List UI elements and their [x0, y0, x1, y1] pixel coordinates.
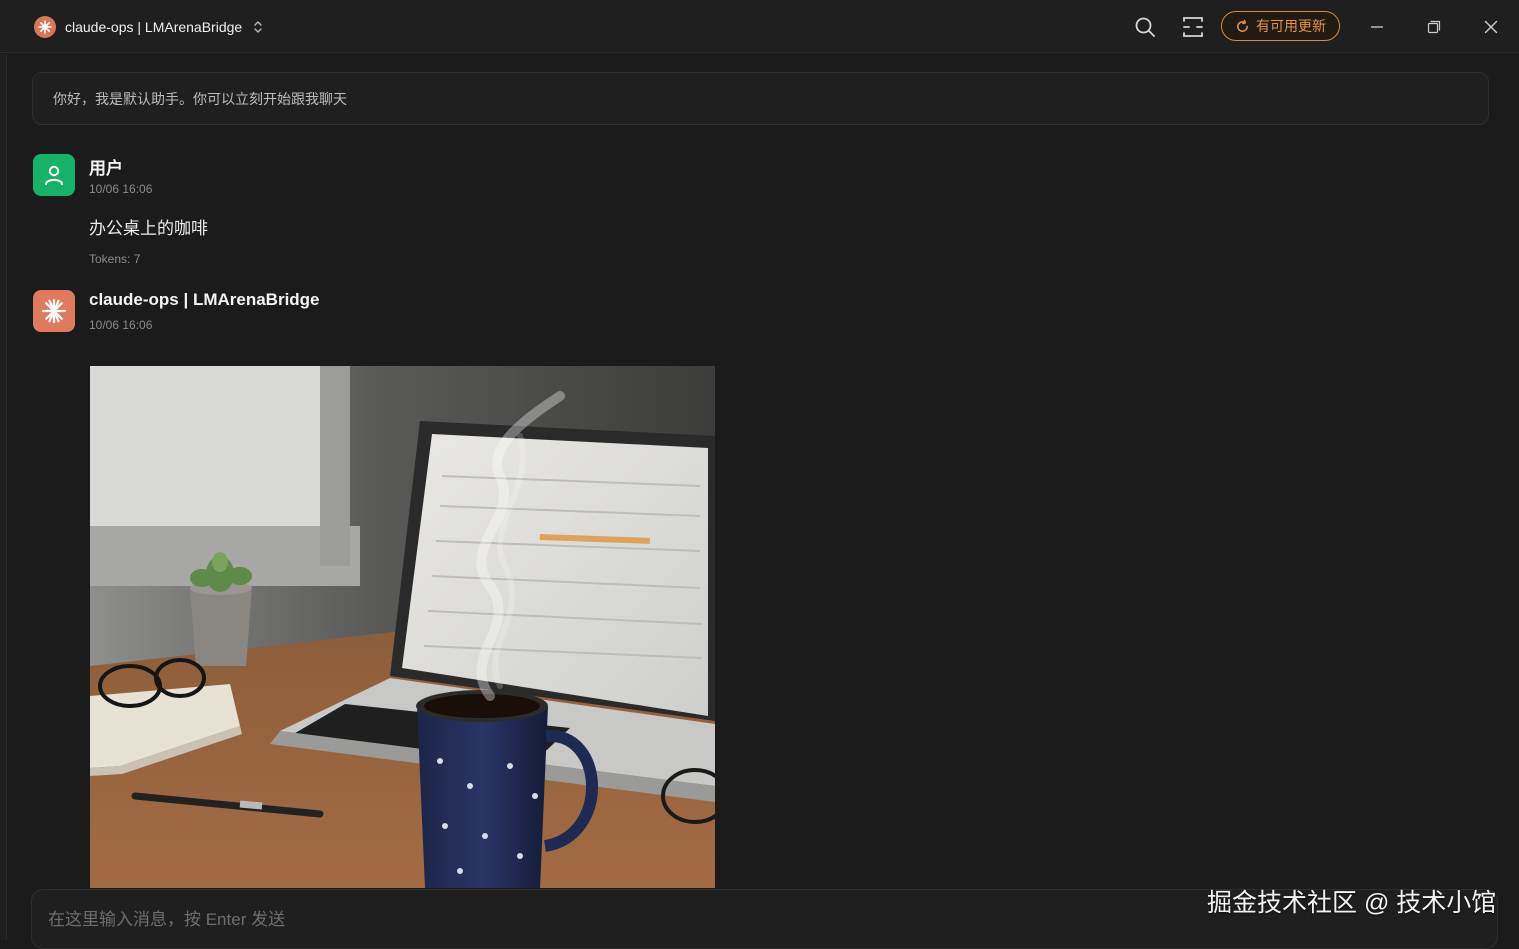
- model-switcher[interactable]: claude-ops | LMArenaBridge: [34, 15, 265, 39]
- chevron-updown-icon: [251, 18, 265, 36]
- left-rail: [0, 54, 7, 940]
- message-content: 办公桌上的咖啡: [89, 219, 208, 238]
- assistant-message: claude-ops | LMArenaBridge 10/06 16:06: [33, 290, 633, 350]
- search-icon[interactable]: [1132, 14, 1158, 40]
- layout-icon[interactable]: [1180, 14, 1206, 40]
- model-name: claude-ops | LMArenaBridge: [65, 19, 243, 35]
- message-time: 10/06 16:06: [89, 182, 153, 196]
- watermark: 掘金技术社区 @ 技术小馆: [1207, 889, 1497, 917]
- sender-name: 用户: [89, 159, 123, 178]
- message-time: 10/06 16:06: [89, 318, 153, 332]
- sender-name: claude-ops | LMArenaBridge: [89, 290, 320, 309]
- chat-area: 你好，我是默认助手。你可以立刻开始跟我聊天 用户 10/06 16:06 办公桌…: [7, 54, 1512, 949]
- update-label: 有可用更新: [1256, 18, 1326, 34]
- generated-image[interactable]: [90, 366, 715, 888]
- message-input[interactable]: [48, 906, 1148, 934]
- greeting-banner: 你好，我是默认助手。你可以立刻开始跟我聊天: [32, 72, 1489, 125]
- claude-avatar-icon: [33, 290, 75, 332]
- minimize-icon[interactable]: [1364, 14, 1390, 40]
- restore-icon[interactable]: [1421, 14, 1447, 40]
- user-avatar-icon: [33, 154, 75, 196]
- user-message: 用户 10/06 16:06 办公桌上的咖啡 Tokens: 7: [33, 154, 433, 274]
- title-bar: claude-ops | LMArenaBridge 有可用更新: [0, 0, 1519, 53]
- claude-logo-icon: [34, 16, 56, 38]
- close-icon[interactable]: [1478, 14, 1504, 40]
- token-count: Tokens: 7: [89, 252, 141, 266]
- update-available-button[interactable]: 有可用更新: [1221, 11, 1340, 41]
- refresh-icon: [1235, 19, 1250, 34]
